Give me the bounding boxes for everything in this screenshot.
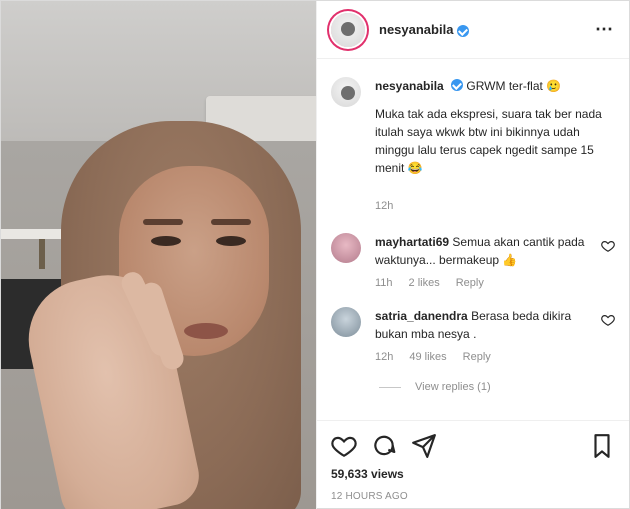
comment-username[interactable]: satria_danendra (375, 309, 468, 323)
background-shelf-post (39, 239, 45, 269)
view-replies-line (379, 386, 401, 388)
view-count[interactable]: 59,633 views (331, 467, 615, 481)
post-footer: 59,633 views 12 HOURS AGO (317, 420, 629, 509)
comment-likes[interactable]: 2 likes (409, 277, 440, 289)
verified-badge-icon (451, 79, 464, 91)
caption-body: nesyanabila GRWM ter-flat 🥲 Muka tak ada… (375, 77, 615, 215)
comment-time: 12h (375, 351, 394, 363)
more-icon[interactable]: ⋯ (595, 19, 615, 40)
comment-meta: 12h 49 likes Reply (375, 351, 593, 363)
comment-likes[interactable]: 49 likes (409, 351, 446, 363)
view-replies-button[interactable]: View replies (1) (379, 381, 615, 393)
person-left-brow (143, 219, 183, 225)
comment-row: mayhartati69 Semua akan cantik pada wakt… (331, 233, 615, 289)
comment-row: satria_danendra Berasa beda dikira bukan… (331, 307, 615, 363)
share-icon[interactable] (411, 433, 437, 459)
comment-text: mayhartati69 Semua akan cantik pada wakt… (375, 233, 593, 269)
person-right-eye (216, 236, 246, 246)
caption-time: 12h (375, 200, 394, 212)
caption-text: Muka tak ada ekspresi, suara tak ber nad… (375, 107, 602, 175)
post-header: nesyanabila ⋯ (317, 1, 629, 59)
comment-like-heart-icon[interactable] (601, 313, 615, 327)
caption-username[interactable]: nesyanabila (375, 79, 444, 93)
caption-avatar[interactable] (331, 77, 361, 107)
post-video[interactable] (1, 1, 316, 509)
caption-title: GRWM ter-flat 🥲 (466, 79, 562, 93)
person-mouth (184, 323, 228, 339)
post-actions (331, 429, 615, 463)
comment-reply[interactable]: Reply (456, 277, 484, 289)
caption: nesyanabila GRWM ter-flat 🥲 Muka tak ada… (331, 77, 615, 215)
post-age: 12 HOURS AGO (331, 491, 408, 502)
comment-avatar[interactable] (331, 307, 361, 337)
comment-main: satria_danendra Berasa beda dikira bukan… (375, 307, 593, 363)
verified-badge-icon (457, 24, 470, 37)
comment-icon[interactable] (371, 433, 397, 459)
comment-reply[interactable]: Reply (463, 351, 491, 363)
comments-area: nesyanabila GRWM ter-flat 🥲 Muka tak ada… (317, 59, 629, 420)
heart-icon[interactable] (331, 433, 357, 459)
comment-like-heart-icon[interactable] (601, 239, 615, 253)
person-left-eye (151, 236, 181, 246)
profile-username[interactable]: nesyanabila (379, 22, 453, 37)
profile-avatar[interactable] (331, 12, 365, 47)
comment-username[interactable]: mayhartati69 (375, 235, 449, 249)
post-sidebar: nesyanabila ⋯ nesyanabila GRWM ter-flat … (316, 1, 629, 509)
comment-text: satria_danendra Berasa beda dikira bukan… (375, 307, 593, 343)
comment-avatar[interactable] (331, 233, 361, 263)
comment-main: mayhartati69 Semua akan cantik pada wakt… (375, 233, 593, 289)
bookmark-icon[interactable] (589, 433, 615, 459)
comment-time: 11h (375, 277, 393, 289)
comment-meta: 11h 2 likes Reply (375, 277, 593, 289)
background-shelf (1, 229, 61, 239)
post-viewer: nesyanabila ⋯ nesyanabila GRWM ter-flat … (0, 0, 630, 509)
person-right-brow (211, 219, 251, 225)
view-replies-label: View replies (1) (415, 381, 491, 393)
